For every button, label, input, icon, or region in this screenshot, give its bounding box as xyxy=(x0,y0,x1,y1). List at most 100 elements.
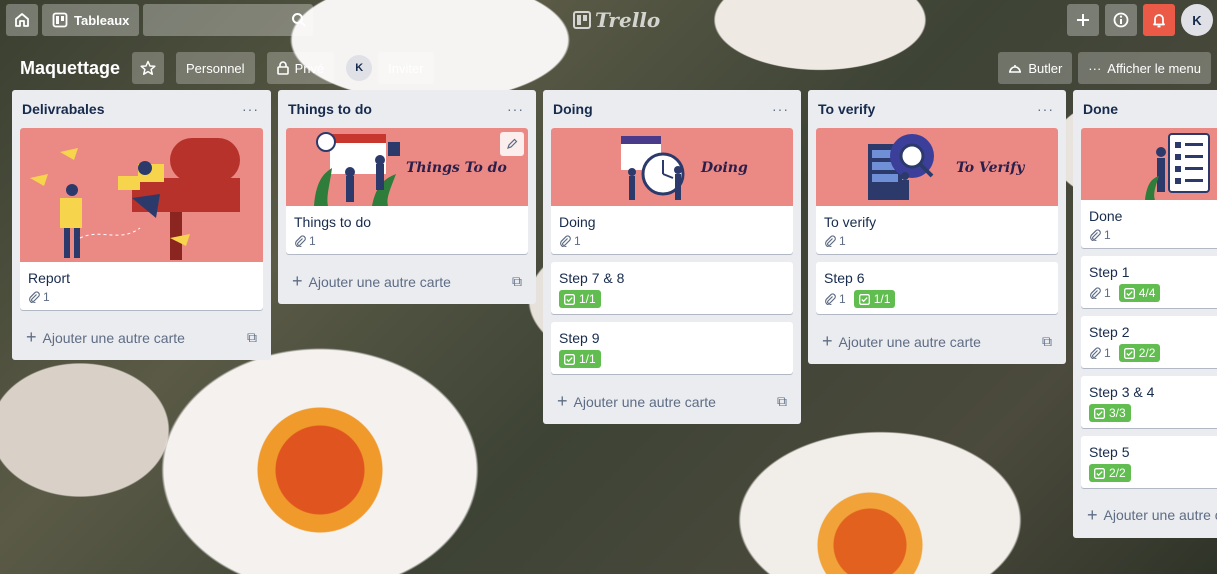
card-title: Things to do xyxy=(294,214,372,230)
attachment-count: 1 xyxy=(839,234,846,248)
list-delivrabales[interactable]: Delivrabales ··· Report 1 + Ajouter une … xyxy=(12,90,271,360)
home-icon xyxy=(15,13,29,27)
list-menu-icon[interactable]: ··· xyxy=(507,101,524,117)
checklist-badge: 2/2 xyxy=(1118,344,1161,362)
paperclip-icon xyxy=(560,235,571,247)
list-doing[interactable]: Doing ··· Doing Doing 1 Step 7 & 8 1/1 S… xyxy=(543,90,801,424)
boards-button[interactable]: Tableaux xyxy=(42,4,140,36)
plus-icon: + xyxy=(557,390,568,411)
menu-dots-icon: ··· xyxy=(1088,60,1102,76)
butler-icon xyxy=(1009,65,1022,73)
card-badges: 1 xyxy=(28,290,255,304)
card-title: Step 2 xyxy=(1089,324,1130,340)
show-menu-button[interactable]: ··· Afficher le menu xyxy=(1078,52,1211,84)
list-to-verify[interactable]: To verify ··· To Verify To verify 1 Step… xyxy=(808,90,1066,364)
card-template-icon[interactable]: ⧉ xyxy=(1042,333,1052,350)
attachment-badge: 1 xyxy=(559,234,581,248)
cover-text: Things To do xyxy=(406,160,507,176)
trello-logo[interactable]: Trello xyxy=(573,8,660,32)
checklist-badge: 3/3 xyxy=(1089,404,1131,422)
checkbox-icon xyxy=(1123,287,1135,299)
star-icon xyxy=(140,60,156,75)
checklist-badge: 1/1 xyxy=(559,350,601,368)
card-done[interactable]: Done 1 xyxy=(1081,128,1217,248)
info-button[interactable] xyxy=(1105,4,1137,36)
list-done[interactable]: Done Done 1 Step 1 1 4/4 Step 2 1 2/2 St… xyxy=(1073,90,1217,538)
card-step-1[interactable]: Step 1 1 4/4 xyxy=(1081,256,1217,308)
list-title[interactable]: To verify xyxy=(818,101,875,117)
search-icon[interactable] xyxy=(291,12,307,28)
bell-icon xyxy=(1153,14,1165,28)
list-menu-icon[interactable]: ··· xyxy=(1037,101,1054,117)
checkbox-icon xyxy=(858,293,870,305)
checklist-count: 4/4 xyxy=(1138,286,1156,300)
attachment-badge: 1 xyxy=(28,290,50,304)
board-title[interactable]: Maquettage xyxy=(20,58,120,79)
list-title[interactable]: Things to do xyxy=(288,101,372,117)
add-card-button[interactable]: + Ajouter une autre carte ⧉ xyxy=(286,262,528,300)
card-badges: 3/3 xyxy=(1089,404,1209,422)
invite-button[interactable]: Inviter xyxy=(378,52,434,84)
checklist-illustration-icon xyxy=(1145,133,1210,200)
team-visibility-label: Personnel xyxy=(186,60,245,76)
notifications-button[interactable] xyxy=(1143,4,1175,36)
card-step-3-4[interactable]: Step 3 & 4 3/3 xyxy=(1081,376,1217,428)
member-avatar[interactable]: K xyxy=(346,55,373,81)
list-title[interactable]: Delivrabales xyxy=(22,101,105,117)
checkbox-icon xyxy=(1123,347,1135,359)
search-input[interactable] xyxy=(143,4,314,36)
add-card-button[interactable]: + Ajouter une autre carte ⧉ xyxy=(816,322,1058,360)
add-card-button[interactable]: + Ajouter une autre carte ⧉ xyxy=(551,382,793,420)
add-card-label: Ajouter une autre carte xyxy=(573,393,716,410)
card-step-5[interactable]: Step 5 2/2 xyxy=(1081,436,1217,488)
card-badges: 1/1 xyxy=(559,350,785,368)
card-template-icon[interactable]: ⧉ xyxy=(777,393,787,410)
board-header: Maquettage Personnel Privé K Inviter But… xyxy=(0,48,1217,88)
butler-label: Butler xyxy=(1028,60,1063,76)
attachment-badge: 1 xyxy=(1089,286,1111,300)
card-template-icon[interactable]: ⧉ xyxy=(512,273,522,290)
card-doing[interactable]: Doing Doing 1 xyxy=(551,128,793,254)
list-title[interactable]: Done xyxy=(1083,101,1118,117)
paperclip-icon xyxy=(1090,347,1101,359)
list-menu-icon[interactable]: ··· xyxy=(242,101,259,117)
star-button[interactable] xyxy=(132,52,165,84)
card-things-to-do[interactable]: Things To do Things to do 1 xyxy=(286,128,528,254)
card-step-9[interactable]: Step 9 1/1 xyxy=(551,322,793,374)
create-button[interactable] xyxy=(1067,4,1099,36)
user-avatar[interactable]: K xyxy=(1181,4,1213,36)
butler-button[interactable]: Butler xyxy=(998,52,1073,84)
add-card-button[interactable]: + Ajouter une autre carte ⧉ xyxy=(20,318,263,356)
edit-card-button[interactable] xyxy=(500,132,524,156)
attachment-count: 1 xyxy=(1104,228,1111,242)
card-to-verify[interactable]: To Verify To verify 1 xyxy=(816,128,1058,254)
card-title: Step 6 xyxy=(824,270,865,286)
team-visibility-button[interactable]: Personnel xyxy=(176,52,255,84)
add-card-label: Ajouter une autre c xyxy=(1103,507,1217,523)
card-cover-image: To Verify xyxy=(816,128,1058,206)
card-step-6[interactable]: Step 6 1 1/1 xyxy=(816,262,1058,314)
home-button[interactable] xyxy=(6,4,38,36)
attachment-badge: 1 xyxy=(1089,228,1111,242)
list-title[interactable]: Doing xyxy=(553,101,593,117)
attachment-count: 1 xyxy=(839,292,846,306)
card-step-2[interactable]: Step 2 1 2/2 xyxy=(1081,316,1217,368)
list-menu-icon[interactable]: ··· xyxy=(772,101,789,117)
attachment-count: 1 xyxy=(43,290,50,304)
privacy-button[interactable]: Privé xyxy=(266,52,335,84)
plus-icon: + xyxy=(822,330,833,351)
checklist-badge: 1/1 xyxy=(853,290,896,308)
card-report[interactable]: Report 1 xyxy=(20,128,263,310)
card-badges: 1 xyxy=(559,234,785,248)
card-step-7-8[interactable]: Step 7 & 8 1/1 xyxy=(551,262,793,314)
invite-label: Inviter xyxy=(388,60,424,76)
checkbox-icon xyxy=(1094,467,1105,479)
checkbox-icon xyxy=(564,293,575,305)
card-badges: 2/2 xyxy=(1089,464,1209,482)
board-actions: Butler ··· Afficher le menu xyxy=(998,52,1211,84)
card-template-icon[interactable]: ⧉ xyxy=(247,329,257,346)
list-things-to-do[interactable]: Things to do ··· Things To do Things to … xyxy=(278,90,536,304)
search-field[interactable] xyxy=(143,4,314,36)
add-card-button[interactable]: + Ajouter une autre c xyxy=(1081,496,1217,534)
trello-logo-icon xyxy=(573,11,591,29)
